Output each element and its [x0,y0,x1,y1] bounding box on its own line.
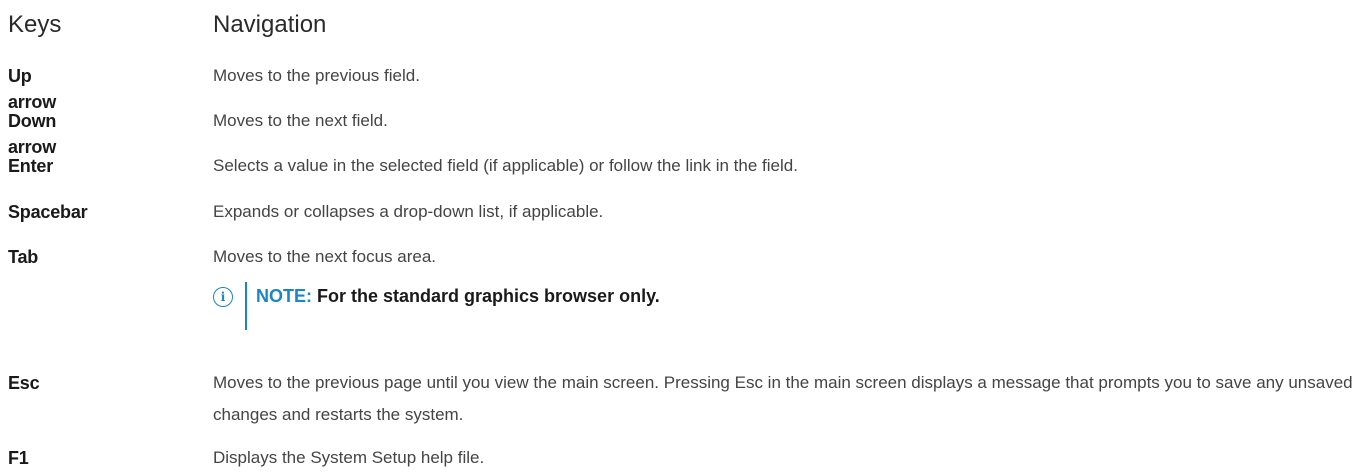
note-callout: i NOTE: For the standard graphics browse… [213,282,660,332]
key-description: Displays the System Setup help file. [213,448,485,467]
key-name: Esc [8,373,40,393]
key-name: F1 [8,448,29,468]
header-keys: Keys [8,11,62,38]
key-navigation-table: Keys Navigation Up arrow Moves to the pr… [8,0,1364,468]
key-description: Moves to the previous field. [213,66,420,85]
key-name: Enter [8,156,54,176]
table-header: Keys Navigation [8,0,1364,50]
key-name: Tab [8,247,39,267]
header-navigation: Navigation [213,11,327,38]
key-description: Moves to the next field. [213,111,388,130]
note-divider [245,282,247,330]
note-text: NOTE: For the standard graphics browser … [256,282,660,310]
key-description: Moves to the next focus area. [213,247,437,266]
key-description: Expands or collapses a drop-down list, i… [213,202,604,221]
info-icon: i [213,287,233,307]
key-name: Spacebar [8,202,88,222]
note-label: NOTE: [256,286,312,306]
note-body: For the standard graphics browser only. [317,286,660,306]
key-description: Selects a value in the selected field (i… [213,156,798,175]
key-description: Moves to the previous page until you vie… [213,373,1353,424]
